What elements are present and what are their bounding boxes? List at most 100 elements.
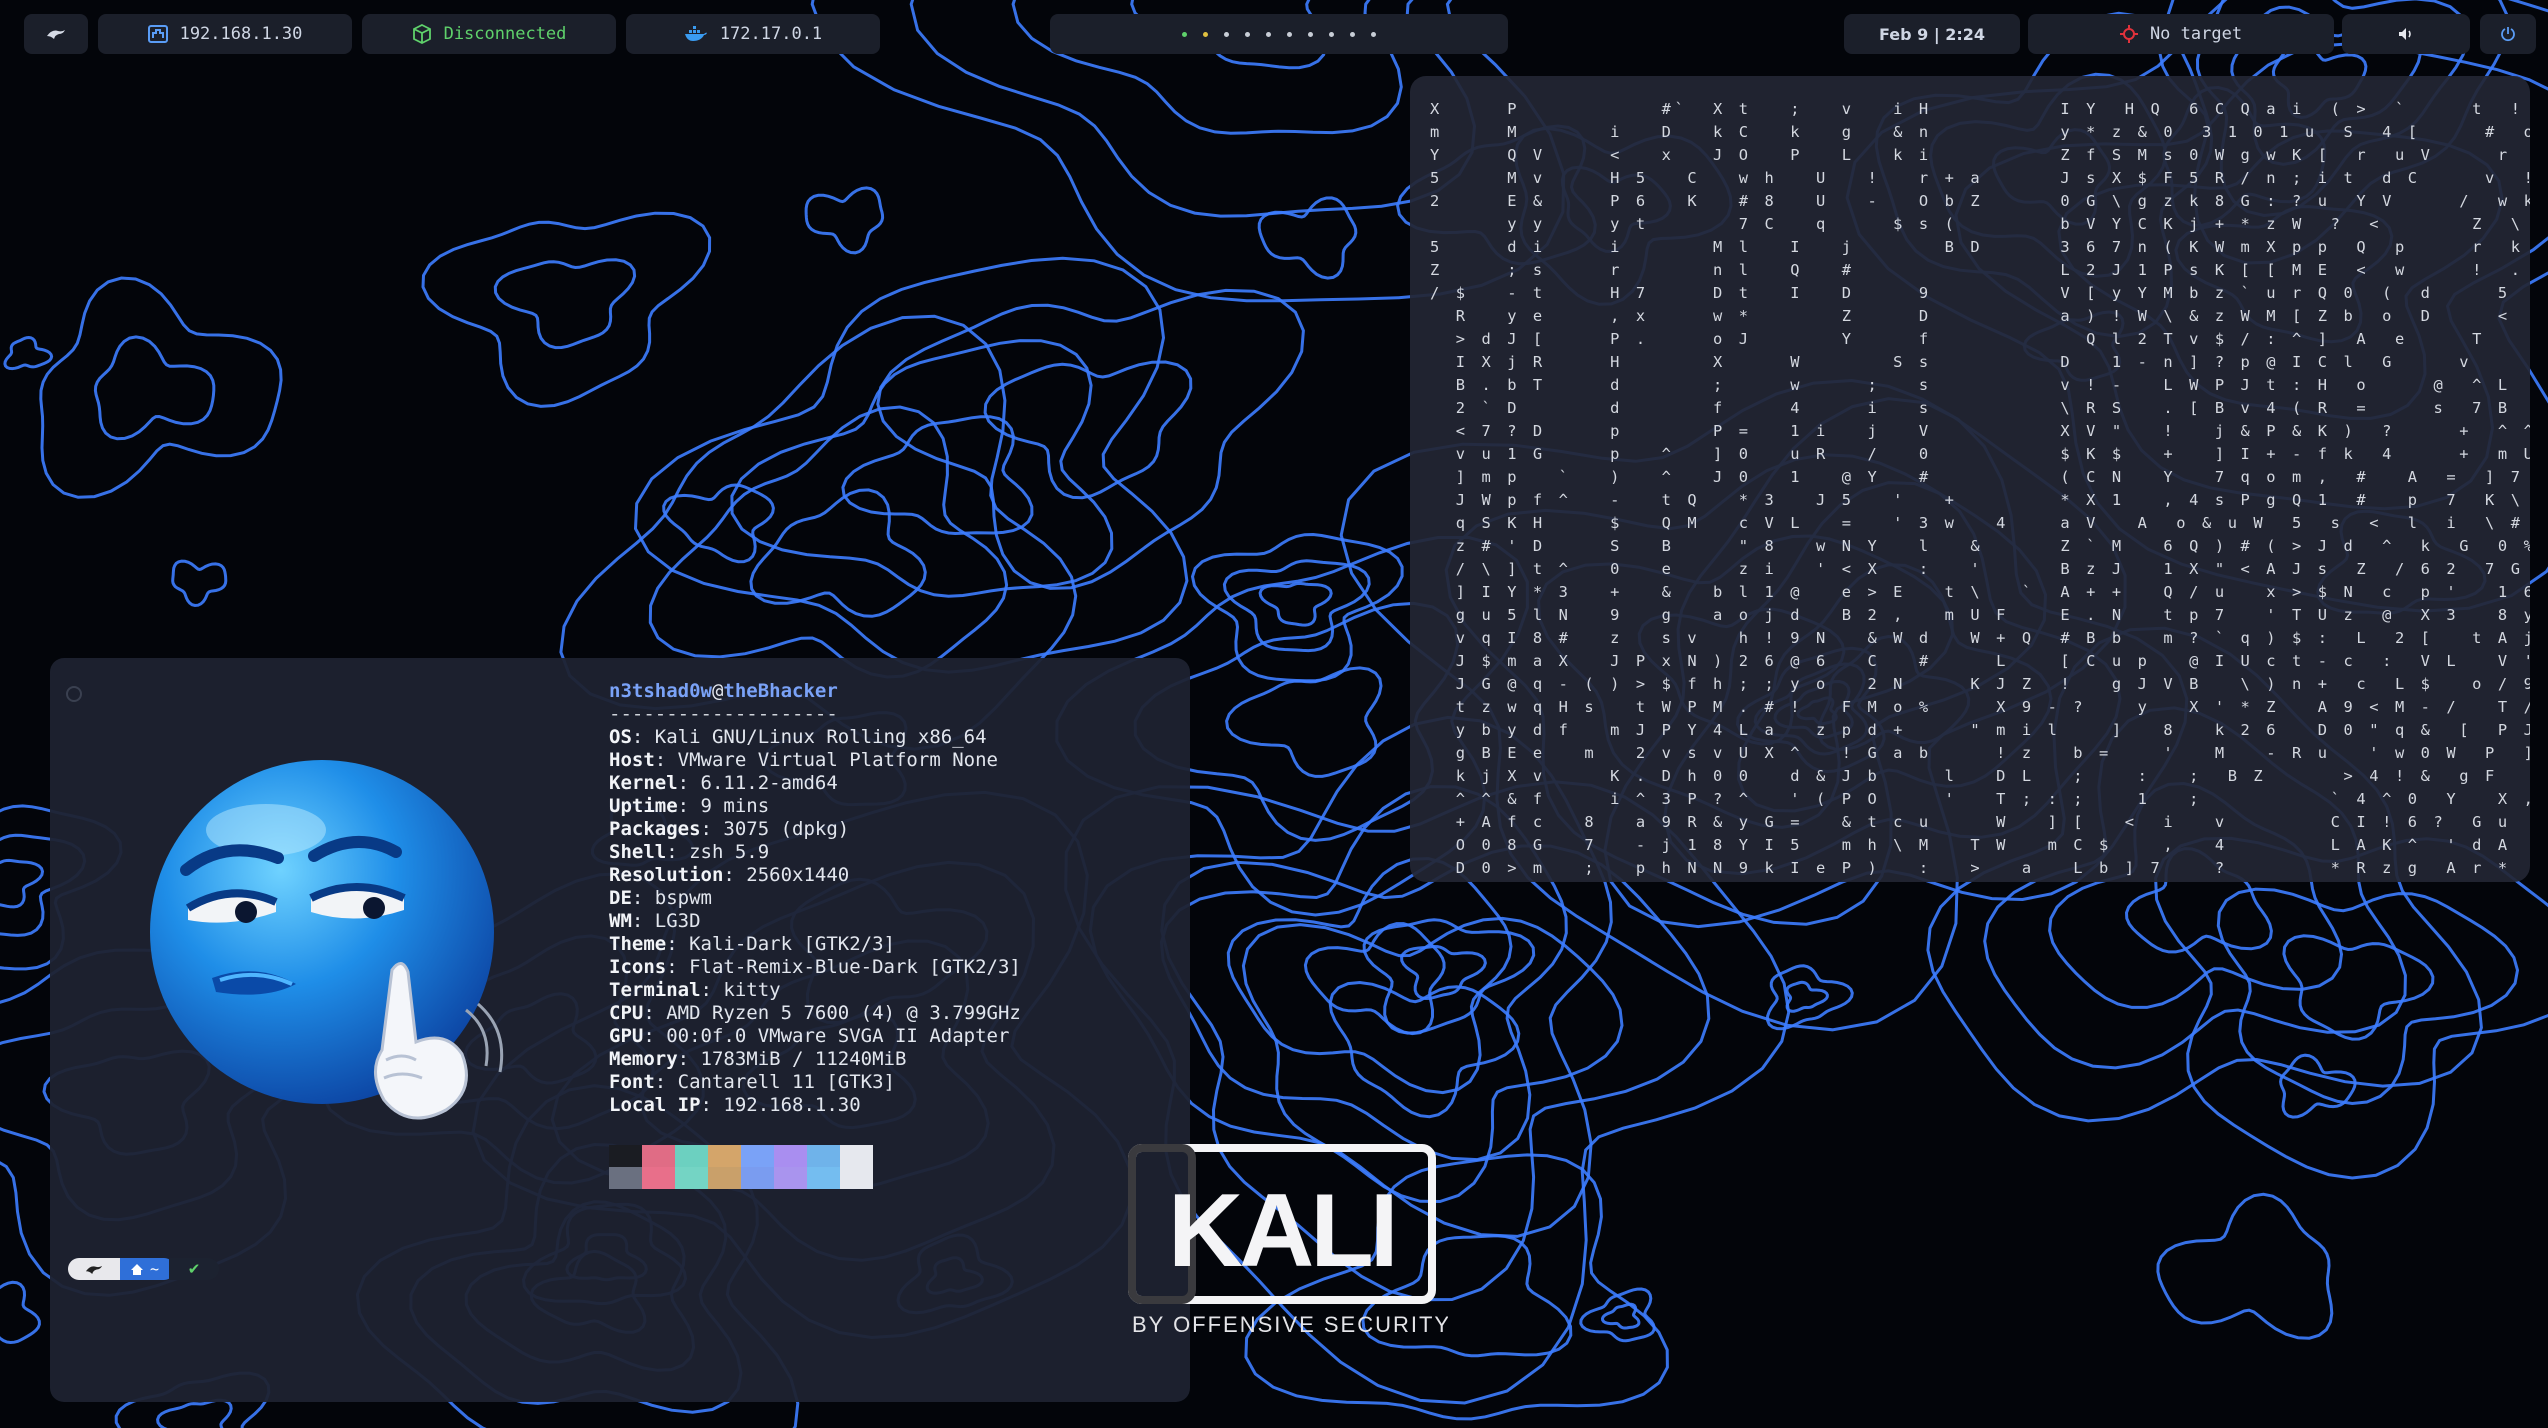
workspace-dot-4[interactable] (1245, 31, 1250, 37)
palette-swatch (609, 1145, 642, 1189)
info-row: Icons: Flat-Remix-Blue-Dark [GTK2/3] (609, 956, 1021, 978)
info-row: CPU: AMD Ryzen 5 7600 (4) @ 3.799GHz (609, 1002, 1021, 1024)
kali-dragon-icon (85, 1265, 103, 1274)
info-value: kitty (723, 979, 781, 1001)
color-palette (609, 1145, 873, 1189)
user-host-line: n3tshad0w@theBhacker (609, 680, 1021, 703)
palette-swatch (840, 1145, 873, 1189)
vpn-indicator[interactable]: Disconnected (362, 14, 616, 54)
window-corner-marker (66, 686, 82, 702)
workspace-dot-9[interactable] (1350, 31, 1355, 37)
info-key: GPU (609, 1025, 644, 1047)
launcher-button[interactable] (24, 14, 88, 54)
info-value: 9 mins (700, 795, 770, 817)
workspace-dot-3[interactable] (1224, 31, 1229, 37)
system-info: n3tshad0w@theBhacker -------------------… (609, 680, 1021, 1117)
kali-wordmark: KALI (1168, 1173, 1395, 1289)
info-key: Packages (609, 818, 701, 840)
kali-logo: KALI BY OFFENSIVE SECURITY (1128, 1144, 1448, 1337)
info-row: Uptime: 9 mins (609, 795, 770, 817)
info-row: Host: VMware Virtual Platform None (609, 749, 998, 771)
info-row: Memory: 1783MiB / 11240MiB (609, 1048, 907, 1070)
palette-swatch (675, 1145, 708, 1189)
target-text: No target (2149, 24, 2243, 44)
vpn-status: Disconnected (443, 24, 567, 44)
at-sign: @ (711, 680, 724, 702)
crosshair-icon (2119, 25, 2138, 43)
info-key: Font (609, 1071, 655, 1093)
info-fields: OS: Kali GNU/Linux Rolling x86_64 Host: V… (609, 726, 1021, 1117)
info-value: 6.11.2-amd64 (700, 772, 838, 794)
kali-tagline: BY OFFENSIVE SECURITY (1132, 1312, 1448, 1337)
info-key: DE (609, 887, 632, 909)
volume-button[interactable] (2342, 14, 2470, 54)
info-key: Theme (609, 933, 667, 955)
prompt-status-segment: ✔ (169, 1258, 220, 1280)
fastfetch-terminal-window[interactable]: n3tshad0w@theBhacker -------------------… (50, 658, 1190, 1402)
info-value: Kali-Dark [GTK2/3] (689, 933, 895, 955)
info-value: VMware Virtual Platform None (677, 749, 998, 771)
network-icon (147, 25, 168, 43)
docker-ip: 172.17.0.1 (719, 24, 823, 44)
clock-text: Feb 9 | 2:24 (1878, 24, 1986, 44)
info-value: 2560x1440 (746, 864, 850, 886)
info-value: 3075 (dpkg) (723, 818, 850, 840)
info-value: Cantarell 11 [GTK3] (677, 1071, 895, 1093)
workspace-dot-6[interactable] (1287, 31, 1292, 37)
matrix-rain-text: X P #` X t ; v i H I Y H Q 6 C Q a i ( >… (1430, 100, 2530, 877)
info-row: Shell: zsh 5.9 (609, 841, 770, 863)
info-value: Kali GNU/Linux Rolling x86_64 (654, 726, 987, 748)
workspace-dot-8[interactable] (1329, 31, 1334, 37)
info-key: Host (609, 749, 655, 771)
prompt-directory-segment: ~ (120, 1258, 176, 1280)
info-key: WM (609, 910, 632, 932)
target-indicator[interactable]: No target (2028, 14, 2334, 54)
info-value: LG3D (654, 910, 701, 932)
home-icon (131, 1263, 143, 1275)
workspace-dot-1[interactable] (1182, 31, 1187, 37)
workspace-dots (1182, 31, 1376, 37)
palette-swatch (708, 1145, 741, 1189)
docker-indicator[interactable]: 172.17.0.1 (626, 14, 880, 54)
info-row: Terminal: kitty (609, 979, 781, 1001)
power-icon (2501, 27, 2515, 42)
info-key: Terminal (609, 979, 701, 1001)
info-value: AMD Ryzen 5 7600 (4) @ 3.799GHz (666, 1002, 1021, 1024)
info-row: OS: Kali GNU/Linux Rolling x86_64 (609, 726, 987, 748)
speaker-icon (2399, 28, 2411, 40)
cube-icon (412, 24, 431, 44)
info-row: Packages: 3075 (dpkg) (609, 818, 850, 840)
info-value: 00:0f.0 VMware SVGA II Adapter (666, 1025, 1010, 1047)
info-key: Shell (609, 841, 667, 863)
clock[interactable]: Feb 9 | 2:24 (1844, 14, 2020, 54)
workspace-dot-10[interactable] (1371, 31, 1376, 37)
info-key: Memory (609, 1048, 678, 1070)
info-row: Font: Cantarell 11 [GTK3] (609, 1071, 895, 1093)
workspace-dot-5[interactable] (1266, 31, 1271, 37)
docker-whale-icon (684, 26, 707, 41)
info-value: zsh 5.9 (689, 841, 770, 863)
info-key: Local IP (609, 1094, 701, 1116)
prompt-os-segment (68, 1258, 120, 1280)
shell-prompt[interactable]: ~ ✔ (68, 1258, 220, 1280)
power-button[interactable] (2480, 14, 2536, 54)
palette-swatch (807, 1145, 840, 1189)
cmatrix-terminal-window[interactable]: X P #` X t ; v i H I Y H Q 6 C Q a i ( >… (1410, 76, 2530, 882)
thinking-emoji-avatar (150, 760, 504, 1120)
info-value: 1783MiB / 11240MiB (700, 1048, 907, 1070)
workspace-dot-2[interactable] (1203, 31, 1208, 37)
info-row: WM: LG3D (609, 910, 701, 932)
info-key: Kernel (609, 772, 678, 794)
info-row: DE: bspwm (609, 887, 712, 909)
ethernet-indicator[interactable]: 192.168.1.30 (98, 14, 352, 54)
workspace-dot-7[interactable] (1308, 31, 1313, 37)
info-key: Uptime (609, 795, 678, 817)
info-row: Kernel: 6.11.2-amd64 (609, 772, 838, 794)
prompt-dir: ~ (150, 1260, 160, 1278)
kali-dragon-icon (47, 30, 65, 39)
info-key: Resolution (609, 864, 724, 886)
info-key: OS (609, 726, 632, 748)
info-row: GPU: 00:0f.0 VMware SVGA II Adapter (609, 1025, 1010, 1047)
palette-swatch (741, 1145, 774, 1189)
workspace-switcher[interactable] (1050, 14, 1508, 54)
